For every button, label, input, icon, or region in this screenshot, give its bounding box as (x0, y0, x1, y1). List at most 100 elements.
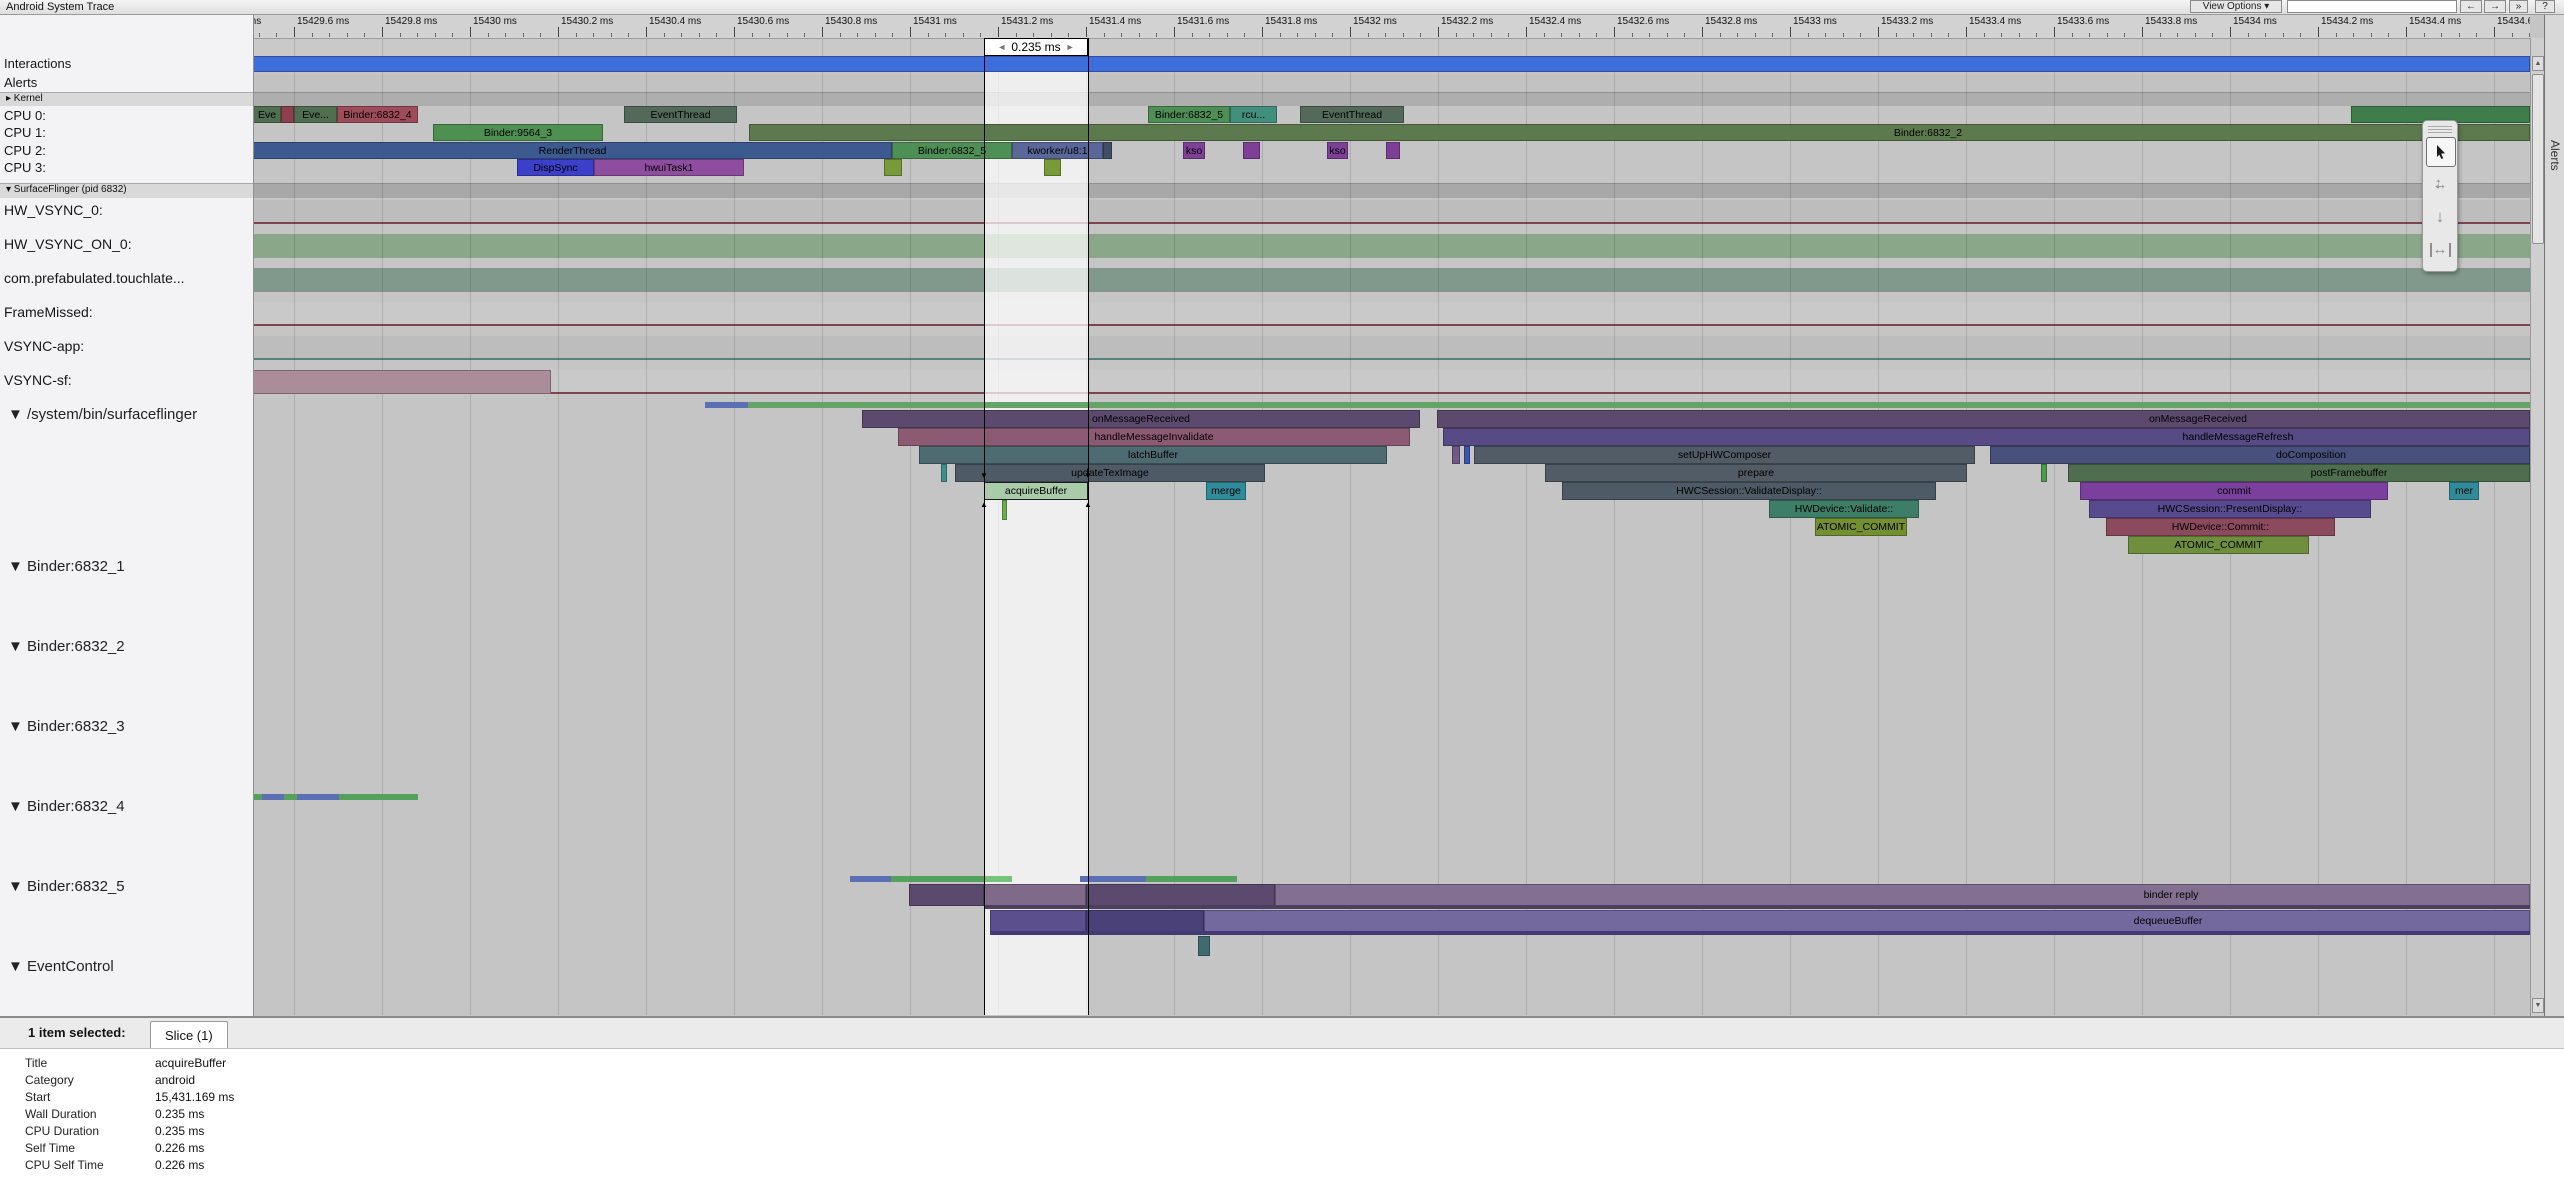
trace-slice[interactable]: EventThread (1300, 106, 1404, 123)
trace-slice[interactable] (1386, 142, 1400, 159)
trace-slice[interactable]: kso (1183, 142, 1205, 159)
trace-slice[interactable] (1002, 500, 1007, 520)
trace-slice[interactable]: latchBuffer (919, 446, 1387, 464)
trace-slice[interactable]: postFramebuffer (2068, 464, 2530, 482)
track-label-binder-6832-2[interactable]: ▼ Binder:6832_2 (8, 638, 125, 656)
trace-slice[interactable]: kworker/u8:1 (1012, 142, 1103, 159)
search-input[interactable] (2287, 0, 2457, 13)
section-header-surfaceflinger-pid-6832-[interactable]: ▾ SurfaceFlinger (pid 6832) (6, 183, 127, 197)
track-label-binder-6832-4[interactable]: ▼ Binder:6832_4 (8, 798, 125, 816)
more-button[interactable]: » (2509, 0, 2528, 13)
trace-slice[interactable] (941, 464, 947, 482)
trace-slice[interactable] (984, 876, 1012, 882)
trace-slice[interactable]: mer (2449, 482, 2479, 500)
track-label-vsync-app-[interactable]: VSYNC-app: (4, 337, 84, 355)
track-label-binder-6832-3[interactable]: ▼ Binder:6832_3 (8, 718, 125, 736)
trace-slice[interactable] (253, 370, 551, 394)
trace-slice[interactable]: updateTexImage (955, 464, 1265, 482)
nav-forward-button[interactable]: → (2484, 0, 2506, 13)
track-label-cpu-2-[interactable]: CPU 2: (4, 142, 46, 160)
pan-move-icon[interactable]: ↔↕ (2426, 170, 2454, 198)
trace-slice[interactable] (1243, 142, 1260, 159)
view-options-button[interactable]: View Options ▾ (2190, 0, 2282, 13)
scroll-up-icon[interactable]: ▲ (2532, 56, 2544, 71)
trace-slice[interactable]: EventThread (624, 106, 737, 123)
trace-slice[interactable]: Binder:6832_2 (749, 124, 2530, 141)
trace-slice[interactable]: onMessageReceived (1437, 410, 2530, 428)
zoom-vertical-icon[interactable]: ↓ (2426, 203, 2454, 231)
trace-slice[interactable]: prepare (1545, 464, 1967, 482)
track-label-framemissed-[interactable]: FrameMissed: (4, 303, 93, 321)
help-button[interactable]: ? (2535, 0, 2555, 13)
trace-slice[interactable]: DispSync (517, 159, 594, 176)
selection-duration-marker[interactable]: ◄ 0.235 ms ► (984, 38, 1088, 56)
track-label-vsync-sf-[interactable]: VSYNC-sf: (4, 371, 72, 389)
time-ruler[interactable]: 15429.4 ms15429.6 ms15429.8 ms15430 ms15… (253, 14, 2530, 39)
selection-corner-handle[interactable]: ▲ (980, 501, 988, 509)
trace-slice[interactable] (284, 794, 297, 800)
trace-slice[interactable]: Binder:9564_3 (433, 124, 603, 141)
trace-slice[interactable]: merge (1206, 482, 1246, 500)
trace-slice[interactable] (262, 794, 284, 800)
trace-slice[interactable]: Binder:6832_5 (892, 142, 1012, 159)
tab-slice[interactable]: Slice (1) (150, 1021, 228, 1048)
trace-slice[interactable]: binder reply (1275, 884, 2530, 906)
trace-slice[interactable] (850, 876, 891, 882)
trace-slice[interactable]: Binder:6832_4 (337, 106, 418, 123)
timing-span-icon[interactable]: ↔ (2426, 236, 2454, 264)
trace-slice[interactable] (891, 876, 984, 882)
trace-slice[interactable] (884, 159, 902, 176)
trace-slice[interactable] (990, 931, 2530, 935)
trace-slice[interactable] (1452, 446, 1460, 464)
trace-slice[interactable] (909, 884, 984, 906)
selection-start-line[interactable] (984, 38, 985, 1015)
trace-slice[interactable] (1086, 884, 1275, 906)
trace-slice[interactable] (1146, 876, 1237, 882)
track-label-hw-vsync-on-0-[interactable]: HW_VSYNC_ON_0: (4, 235, 132, 253)
trace-slice[interactable]: HWCSession::ValidateDisplay:: (1562, 482, 1936, 500)
trace-slice[interactable]: ATOMIC_COMMIT (2128, 536, 2309, 554)
trace-slice[interactable]: ATOMIC_COMMIT (1815, 518, 1907, 536)
trace-slice[interactable] (1080, 876, 1146, 882)
trace-slice[interactable]: Eve (253, 106, 281, 123)
selection-corner-handle[interactable]: ▼ (1084, 472, 1092, 480)
trace-slice[interactable]: acquireBuffer (984, 482, 1088, 500)
trace-slice[interactable]: commit (2080, 482, 2388, 500)
selection-corner-handle[interactable]: ▲ (1084, 501, 1092, 509)
trace-slice[interactable]: HWDevice::Validate:: (1769, 500, 1919, 518)
trace-slice[interactable] (1464, 446, 1470, 464)
trace-slice[interactable] (297, 794, 339, 800)
trace-slice[interactable]: kso (1327, 142, 1348, 159)
trace-slice[interactable]: doComposition (1990, 446, 2530, 464)
trace-slice[interactable]: Binder:6832_5 (1148, 106, 1230, 123)
trace-slice[interactable] (2041, 464, 2047, 482)
track-label-cpu-1-[interactable]: CPU 1: (4, 124, 46, 142)
track-label-hw-vsync-0-[interactable]: HW_VSYNC_0: (4, 201, 103, 219)
track-label--system-bin-surfaceflinger[interactable]: ▼ /system/bin/surfaceflinger (8, 406, 197, 424)
trace-slice[interactable]: Eve... (294, 106, 337, 123)
trace-slice[interactable]: hwuiTask1 (594, 159, 744, 176)
trace-slice[interactable]: rcu... (1230, 106, 1277, 123)
selection-corner-handle[interactable]: ▼ (980, 472, 988, 480)
track-label-alerts[interactable]: Alerts (4, 74, 37, 92)
track-label-binder-6832-1[interactable]: ▼ Binder:6832_1 (8, 558, 125, 576)
trace-slice[interactable]: HWDevice::Commit:: (2106, 518, 2335, 536)
trace-slice[interactable] (990, 910, 1086, 932)
track-label-cpu-0-[interactable]: CPU 0: (4, 107, 46, 125)
track-label-interactions[interactable]: Interactions (4, 55, 71, 73)
section-header-kernel[interactable]: ▸ Kernel (6, 92, 43, 105)
trace-slice[interactable]: onMessageReceived (862, 410, 1420, 428)
scrollbar-thumb[interactable] (2532, 74, 2544, 244)
scroll-down-icon[interactable]: ▼ (2532, 998, 2544, 1013)
trace-slice[interactable] (984, 905, 2530, 909)
trace-slice[interactable] (984, 884, 1086, 906)
palette-drag-grip[interactable] (2428, 125, 2452, 133)
trace-slice[interactable] (253, 794, 262, 800)
trace-slice[interactable] (748, 402, 2530, 408)
track-label-cpu-3-[interactable]: CPU 3: (4, 159, 46, 177)
trace-slice[interactable]: setUpHWComposer (1474, 446, 1975, 464)
trace-slice[interactable] (339, 794, 418, 800)
vertical-scrollbar[interactable]: ▲ ▼ (2530, 38, 2545, 1016)
trace-slice[interactable] (1044, 159, 1061, 176)
trace-slice[interactable] (1086, 910, 1204, 932)
